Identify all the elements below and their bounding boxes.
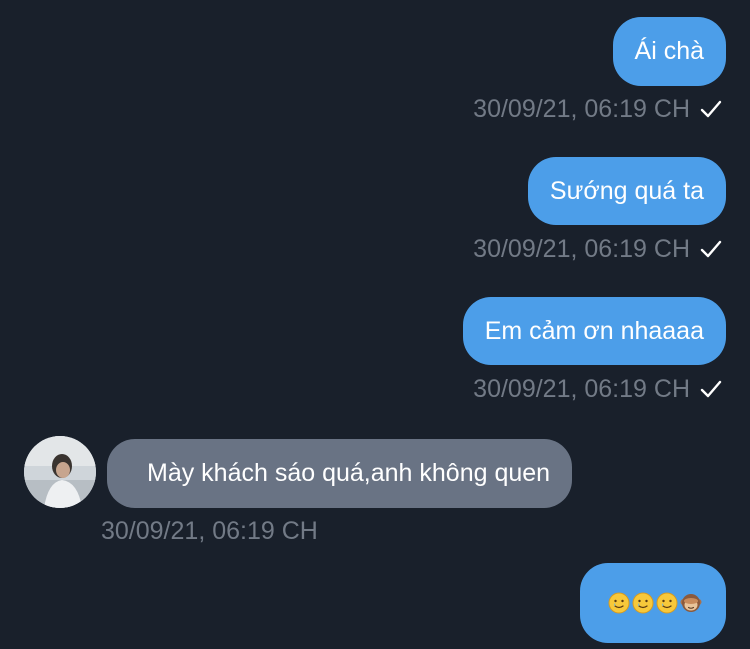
message-bubble-outgoing[interactable]: Ái chà (612, 17, 726, 86)
message-meta: 30/09/21, 06:19 CH (473, 376, 722, 402)
smiling-face-with-tear-icon (608, 592, 630, 614)
message-text: Ái chà (634, 37, 704, 65)
message-text: Sướng quá ta (549, 176, 704, 205)
avatar-photo (24, 436, 96, 508)
message-text: Mày khách sáo quá,anh không quen (147, 459, 551, 487)
message-meta: 30/09/21, 06:19 CH (101, 518, 318, 544)
message-bubble-incoming[interactable]: Mày khách sáo quá,anh không quen (107, 439, 573, 508)
sent-check-icon (700, 380, 722, 398)
message-meta: 30/09/21, 06:19 CH (473, 96, 722, 122)
message-timestamp: 30/09/21, 06:19 CH (473, 234, 690, 263)
message-timestamp: 30/09/21, 06:19 CH (101, 516, 318, 545)
message-bubble-outgoing[interactable]: Sướng quá ta (527, 157, 726, 225)
sent-check-icon (700, 100, 722, 118)
emoji-row (608, 592, 702, 614)
message-bubble-outgoing[interactable] (580, 563, 726, 643)
message-timestamp: 30/09/21, 06:19 CH (473, 94, 690, 123)
smiling-face-with-tear-icon (632, 592, 654, 614)
sent-check-icon (700, 240, 722, 258)
message-text: Em cảm ơn nhaaaa (484, 316, 704, 345)
message-timestamp: 30/09/21, 06:19 CH (473, 374, 690, 403)
avatar[interactable] (24, 436, 96, 508)
message-bubble-outgoing[interactable]: Em cảm ơn nhaaaa (462, 297, 726, 365)
message-meta: 30/09/21, 06:19 CH (473, 236, 722, 262)
see-no-evil-monkey-icon (680, 594, 702, 612)
smiling-face-with-tear-icon (656, 592, 678, 614)
